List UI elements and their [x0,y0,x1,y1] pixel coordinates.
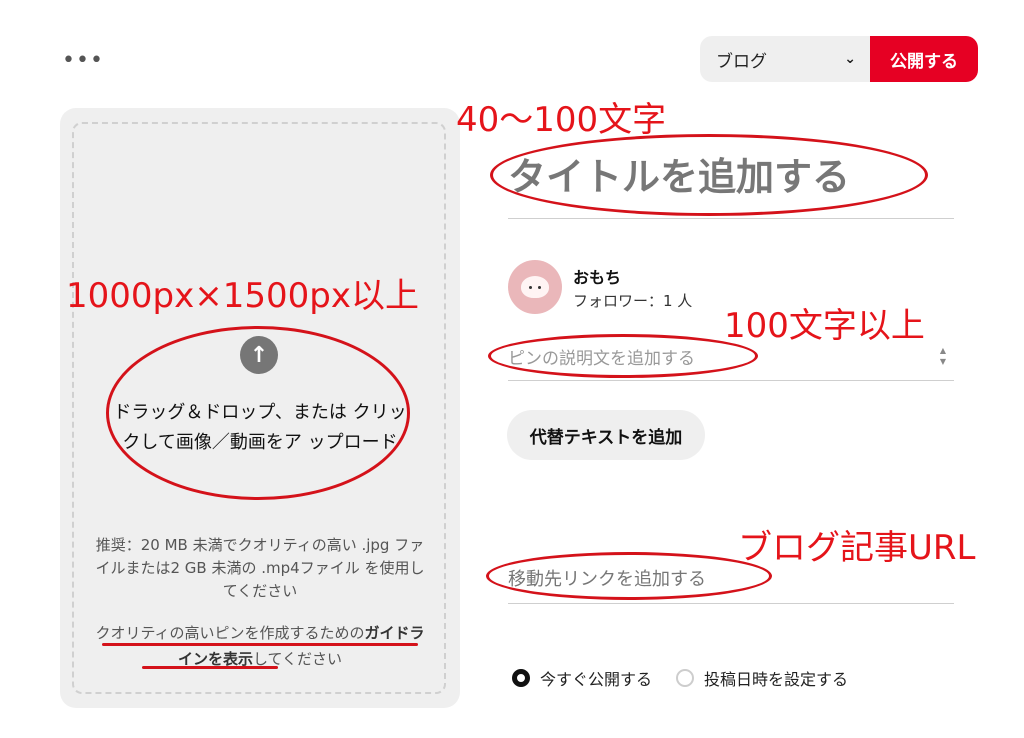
annotation-desc-chars: 100文字以上 [724,306,925,346]
publish-now-option[interactable]: 今すぐ公開する [512,666,652,690]
board-select-value: ブログ [716,51,767,72]
annotation-title-chars: 40〜100文字 [456,100,667,140]
title-input[interactable]: タイトルを追加する [508,146,954,201]
spinner-down-icon[interactable]: ▼ [936,356,950,367]
radio-unselected[interactable] [676,669,694,687]
publish-now-label: 今すぐ公開する [540,670,653,689]
schedule-label: 投稿日時を設定する [704,670,849,689]
link-divider [508,603,954,604]
user-name: おもち [573,268,622,287]
description-resize-spinner[interactable]: ▲ ▼ [936,345,950,367]
annotation-link-note: ブログ記事URL [738,528,976,568]
description-input[interactable]: ピンの説明文を追加する [508,344,928,369]
chevron-down-icon: ⌄ [844,51,856,67]
add-alt-text-button[interactable]: 代替テキストを追加 [507,410,705,460]
board-select[interactable]: ブログ ⌄ [700,36,870,82]
follower-count: フォロワー：1 人 [573,292,693,310]
more-options-icon[interactable]: ••• [62,48,104,73]
guideline-underline-1 [102,643,418,646]
spinner-up-icon[interactable]: ▲ [936,345,950,356]
avatar [508,260,562,314]
radio-selected[interactable] [512,669,530,687]
guideline-prefix: クオリティの高いピンを作成するための [95,624,365,642]
guideline-underline-2 [142,666,278,669]
annotation-image-size: 1000px×1500px以上 [66,276,419,316]
title-divider [508,218,954,219]
publish-button[interactable]: 公開する [870,36,978,82]
upload-instructions: ドラッグ＆ドロップ、または クリックして画像／動画をア ップロード [113,402,407,453]
description-divider [508,380,954,381]
schedule-option[interactable]: 投稿日時を設定する [676,666,848,690]
upload-recommendation: 推奨：20 MB 未満でクオリティの高い .jpg ファイルまたは2 GB 未満… [95,536,425,600]
upload-arrow-icon[interactable]: ↑ [240,336,278,374]
guideline-text: クオリティの高いピンを作成するためのガイドラインを表示してください [90,620,430,672]
